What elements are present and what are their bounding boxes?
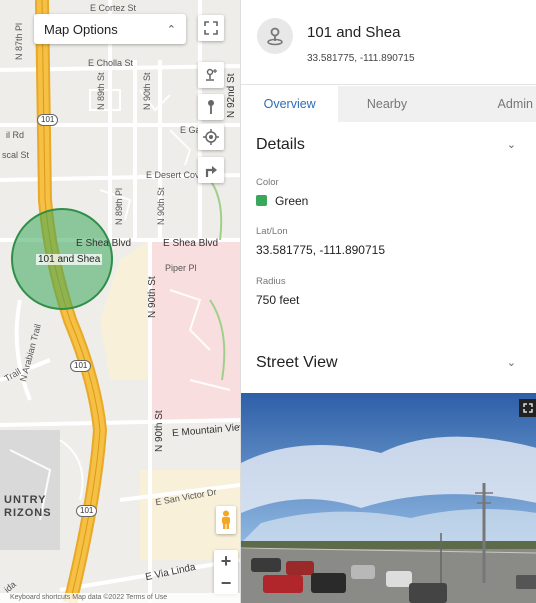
road-label: N 87th Pl (14, 22, 24, 60)
chevron-up-icon: ⌃ (166, 23, 176, 36)
color-label: Color (256, 177, 279, 188)
chevron-down-icon[interactable]: ⌄ (507, 138, 516, 151)
pin-icon (208, 100, 214, 114)
color-value: Green (256, 194, 308, 208)
street-view-section-title[interactable]: Street View (256, 354, 338, 372)
map-view[interactable]: E Cortez St N 87th Pl E Cholla St N 89th… (0, 0, 240, 603)
map-attribution[interactable]: Keyboard shortcuts Map data ©2022 Terms … (0, 593, 240, 603)
map-options-dropdown[interactable]: Map Options ⌃ (34, 14, 186, 44)
road-label: il Rd (6, 130, 25, 140)
crosshair-icon (203, 129, 219, 145)
add-location-icon (206, 68, 217, 81)
zoom-control: + − (214, 550, 238, 594)
road-label: N 90th St (142, 72, 152, 110)
highway-shield: 101 (76, 505, 98, 517)
pegman-icon (222, 510, 230, 529)
location-coordinates: 33.581775, -111.890715 (307, 53, 415, 64)
street-view-pegman-button[interactable] (216, 506, 236, 534)
area-label: UNTRY RIZONS (4, 494, 52, 519)
residential-area (150, 240, 240, 380)
road-label: N 90th St (154, 410, 165, 452)
fullscreen-button[interactable] (198, 15, 224, 41)
drop-pin-button[interactable] (198, 94, 224, 120)
road-label: E Cortez St (90, 3, 137, 13)
zoom-out-button[interactable]: − (221, 573, 232, 594)
add-location-button[interactable] (198, 62, 224, 88)
location-title: 101 and Shea (307, 24, 401, 41)
fullscreen-icon (523, 403, 533, 413)
location-details-panel: 101 and Shea 33.581775, -111.890715 Over… (240, 0, 536, 603)
street-view-image[interactable] (241, 393, 536, 603)
color-swatch (256, 195, 267, 206)
road-label: N 89th St (96, 72, 106, 110)
location-pin-label[interactable]: 101 and Shea (36, 254, 103, 265)
directions-button[interactable] (198, 157, 224, 183)
street-view-scene (241, 393, 536, 603)
tab-admin[interactable]: Admin (435, 86, 536, 122)
tab-overview[interactable]: Overview (241, 86, 339, 122)
map-options-label: Map Options (44, 21, 118, 37)
tab-nearby[interactable]: Nearby (338, 86, 436, 122)
road-label: N 90th St (156, 187, 166, 225)
chevron-down-icon[interactable]: ⌄ (507, 356, 516, 369)
road-label: N 89th Pl (114, 187, 124, 225)
location-header: 101 and Shea 33.581775, -111.890715 (241, 0, 536, 85)
road-label: Piper Pl (165, 263, 197, 273)
fullscreen-icon (204, 21, 218, 35)
urban-area (0, 430, 60, 550)
radius-value: 750 feet (256, 293, 300, 307)
zoom-in-button[interactable]: + (221, 551, 232, 572)
latlon-label: Lat/Lon (256, 226, 288, 237)
turn-right-arrow-icon (205, 166, 217, 177)
my-location-button[interactable] (198, 124, 224, 150)
radius-label: Radius (256, 276, 286, 287)
street-view-fullscreen-button[interactable] (519, 399, 536, 417)
road-label: E Cholla St (88, 58, 134, 68)
tab-bar: Overview Nearby Admin (241, 86, 536, 122)
location-avatar (257, 18, 293, 54)
location-pin-icon (267, 27, 283, 46)
road-label: E Desert Cove (146, 170, 205, 180)
road-label: N 92nd St (226, 73, 237, 118)
highway-shield: 101 (70, 360, 92, 372)
road-label: scal St (2, 150, 30, 160)
road-label: E Shea Blvd (76, 238, 132, 249)
latlon-value: 33.581775, -111.890715 (256, 243, 386, 257)
details-section-title[interactable]: Details (256, 136, 305, 154)
road-label: E Shea Blvd (163, 238, 219, 249)
road-label: N 90th St (147, 276, 158, 318)
highway-shield: 101 (37, 114, 59, 126)
